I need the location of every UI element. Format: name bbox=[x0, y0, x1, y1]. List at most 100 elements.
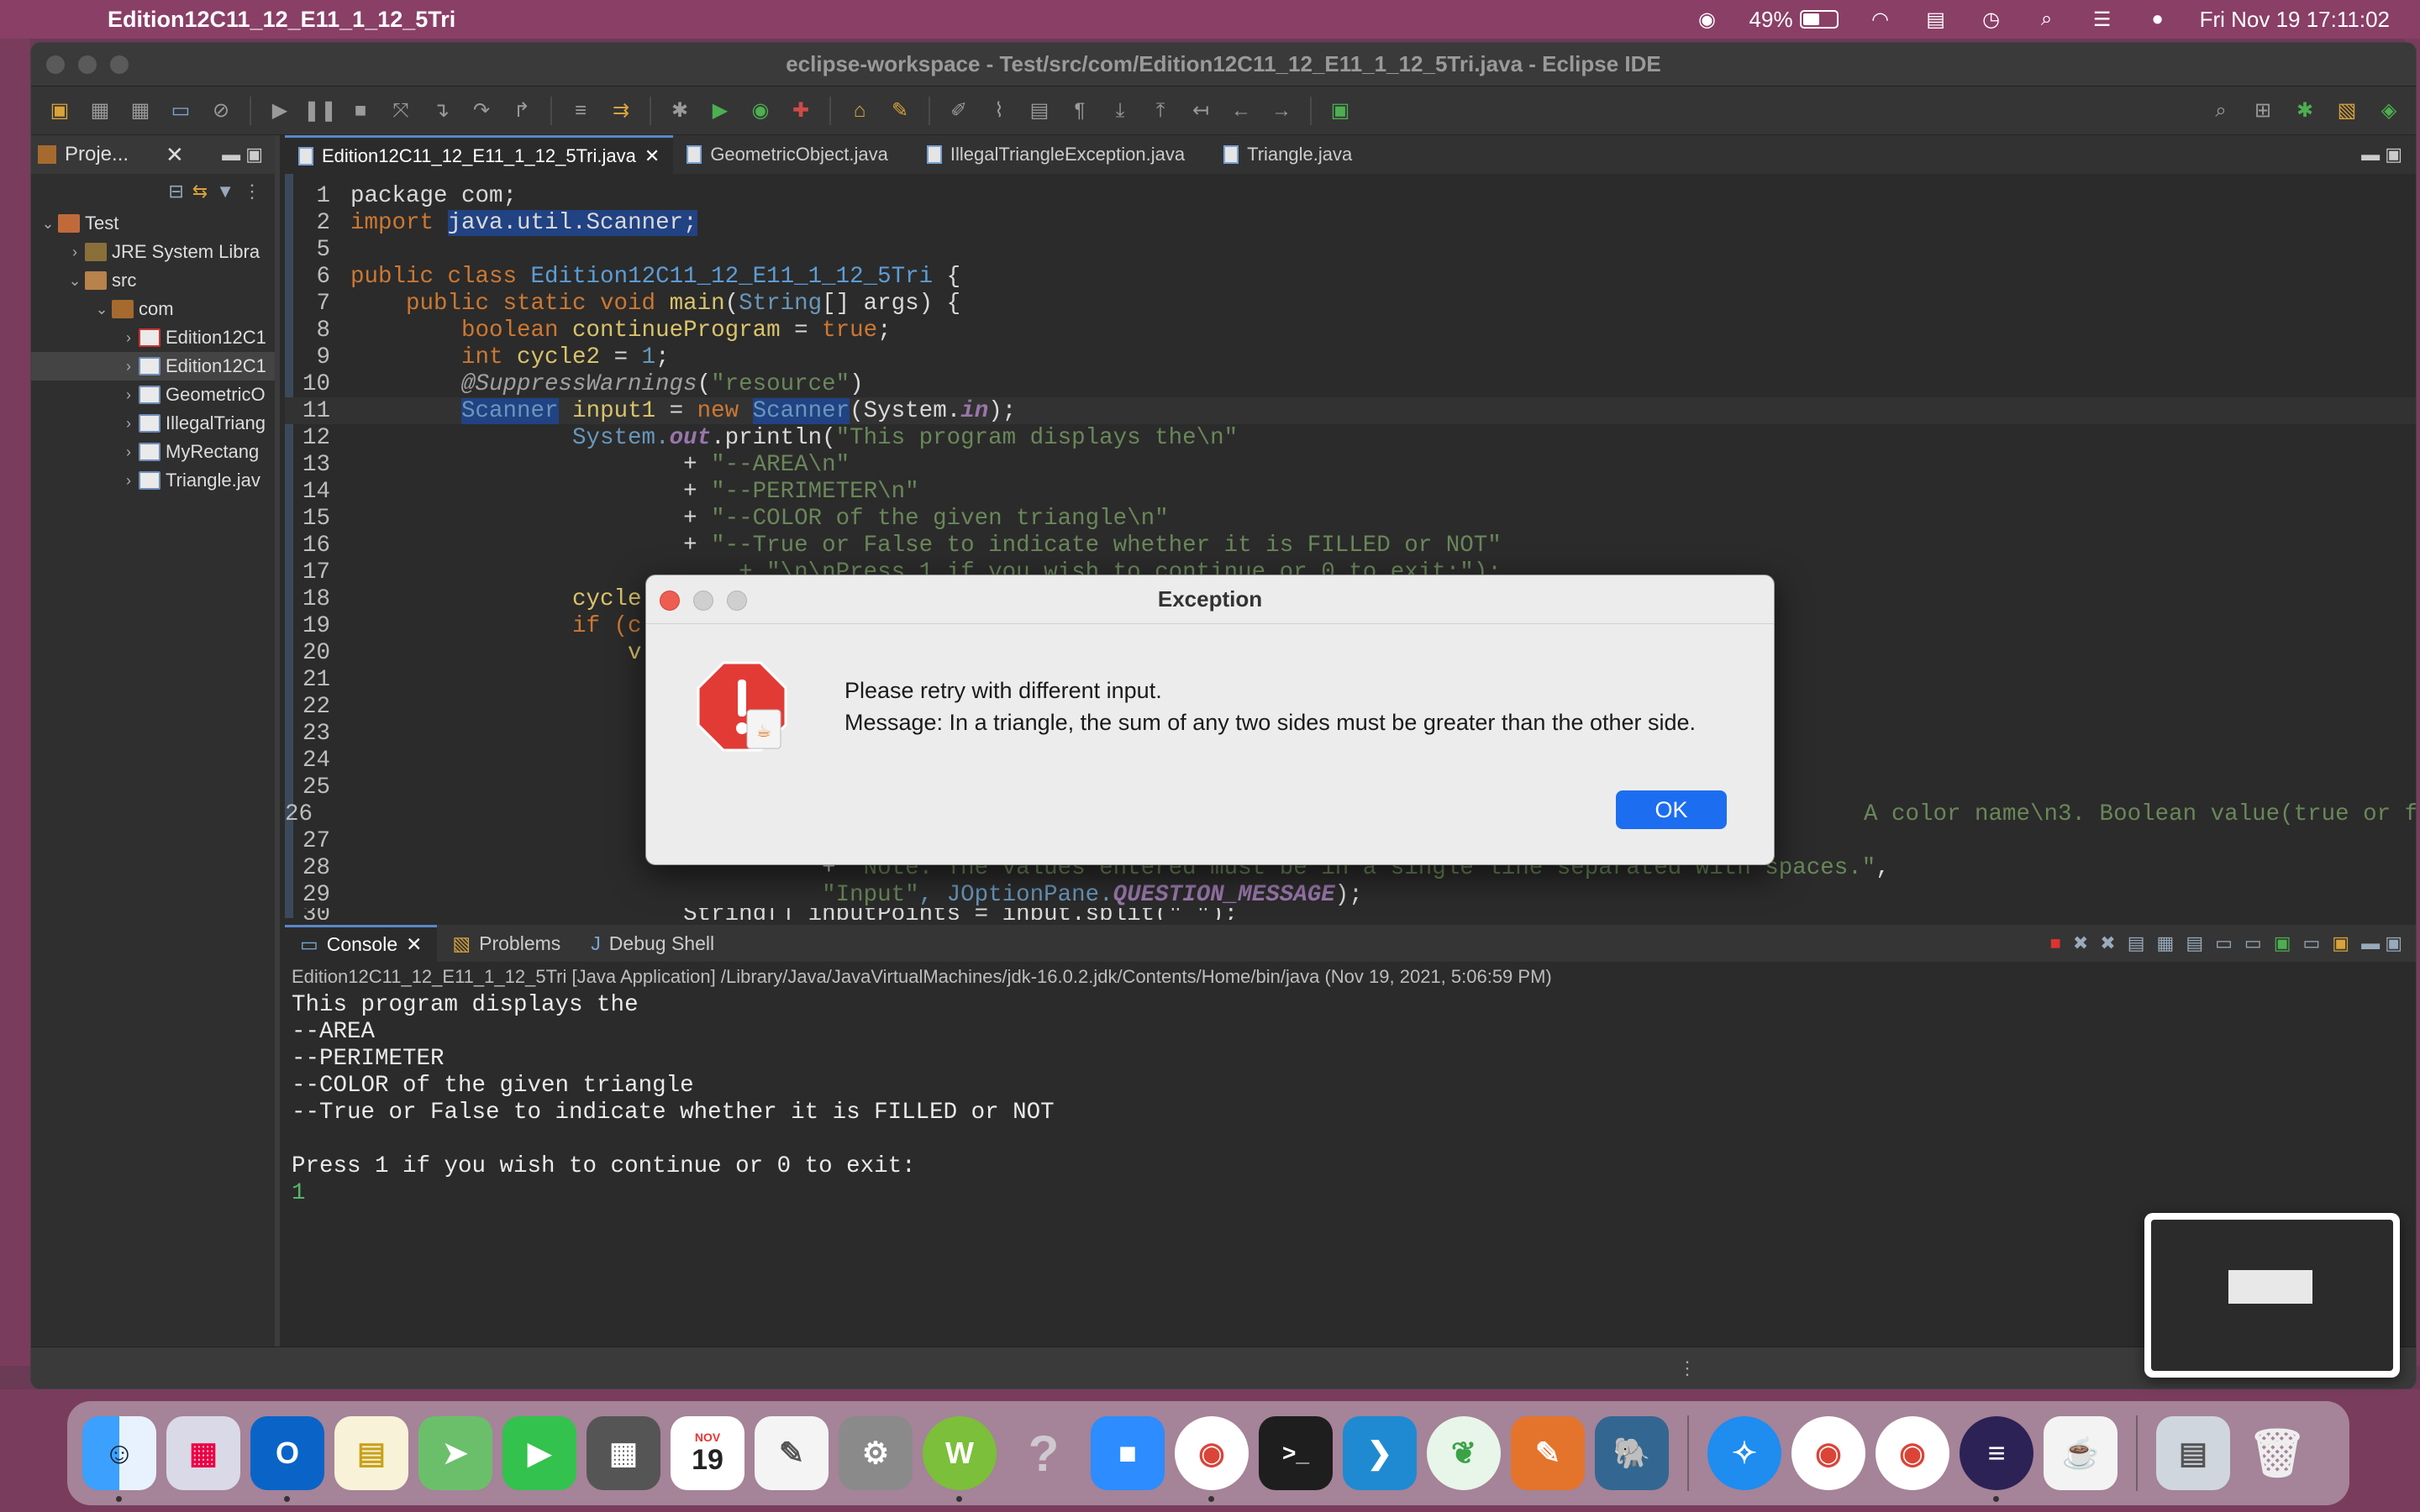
chrome-icon[interactable]: ◉ bbox=[1876, 1416, 1949, 1490]
minimize-maximize-icon[interactable]: ▬ ▣ bbox=[222, 144, 263, 165]
instruments-icon[interactable]: ✎ bbox=[1511, 1416, 1585, 1490]
facetime-icon[interactable]: ▶ bbox=[502, 1416, 576, 1490]
skip-breakpoints-icon[interactable]: ⊘ bbox=[204, 96, 238, 126]
chevron-down-icon[interactable]: ⌄ bbox=[92, 301, 112, 318]
textedit-icon[interactable]: ✎ bbox=[755, 1416, 829, 1490]
step-into-icon[interactable]: ↴ bbox=[424, 96, 458, 126]
chevron-down-icon[interactable]: ⌄ bbox=[65, 272, 85, 290]
coverage-icon[interactable]: ◉ bbox=[744, 96, 777, 126]
forward-icon[interactable]: → bbox=[1265, 96, 1298, 126]
search-icon[interactable]: ⌕ bbox=[2204, 96, 2238, 126]
maps-icon[interactable]: ➤ bbox=[418, 1416, 492, 1490]
chrome-icon[interactable]: ◉ bbox=[1791, 1416, 1865, 1490]
java-icon[interactable]: ☕ bbox=[2044, 1416, 2118, 1490]
zoom-icon[interactable]: ■ bbox=[1091, 1416, 1165, 1490]
debug-perspective-icon[interactable]: ✱ bbox=[2288, 96, 2322, 126]
show-on-stderr-icon[interactable]: ▭ bbox=[2244, 932, 2262, 954]
external-tools-icon[interactable]: ✚ bbox=[784, 96, 818, 126]
notes-icon[interactable]: ▤ bbox=[334, 1416, 408, 1490]
tab-console[interactable]: ▭ Console ✕ bbox=[285, 925, 438, 962]
active-app-name[interactable]: Edition12C11_12_E11_1_12_5Tri bbox=[108, 7, 455, 33]
show-on-stdout-icon[interactable]: ▭ bbox=[2215, 932, 2233, 954]
chevron-right-icon[interactable]: › bbox=[118, 415, 139, 433]
show-whitespace-icon[interactable]: ¶ bbox=[1063, 96, 1097, 126]
chevron-right-icon[interactable]: › bbox=[118, 472, 139, 490]
terminal-icon[interactable]: >_ bbox=[1259, 1416, 1333, 1490]
chevron-right-icon[interactable]: › bbox=[118, 358, 139, 375]
chevron-right-icon[interactable]: › bbox=[118, 329, 139, 347]
toggle-mark-occurrences-icon[interactable]: ✐ bbox=[942, 96, 976, 126]
chevron-right-icon[interactable]: › bbox=[118, 386, 139, 404]
view-menu-icon[interactable]: ⋮ bbox=[243, 181, 261, 202]
tree-item[interactable]: › JRE System Libra bbox=[31, 238, 275, 266]
user-avatar-icon[interactable]: ◉ bbox=[1694, 8, 1721, 31]
back-icon[interactable]: ← bbox=[1224, 96, 1258, 126]
siri-icon[interactable]: ● bbox=[2144, 8, 2171, 30]
save-all-icon[interactable]: ▦ bbox=[124, 96, 157, 126]
open-task-icon[interactable]: ✎ bbox=[883, 96, 917, 126]
remove-launch-icon[interactable]: ✖ bbox=[2073, 932, 2088, 954]
scroll-lock-icon[interactable]: ▦ bbox=[2157, 932, 2175, 954]
close-dialog-button[interactable] bbox=[660, 591, 680, 611]
clear-console-icon[interactable]: ▤ bbox=[2128, 932, 2145, 954]
step-over-icon[interactable]: ↷ bbox=[465, 96, 498, 126]
new-icon[interactable]: ▣ bbox=[43, 96, 76, 126]
use-step-filters-icon[interactable]: ⇉ bbox=[604, 96, 638, 126]
resume-icon[interactable]: ▶ bbox=[263, 96, 297, 126]
tab-project-explorer[interactable]: Proje... bbox=[65, 143, 129, 166]
next-annotation-icon[interactable]: ⤓ bbox=[1103, 96, 1137, 126]
close-tab-icon[interactable]: ✕ bbox=[644, 145, 660, 167]
pin-console-icon[interactable]: ▣ bbox=[2274, 932, 2291, 954]
close-tab-icon[interactable]: ✕ bbox=[406, 933, 422, 956]
last-edit-location-icon[interactable]: ↤ bbox=[1184, 96, 1218, 126]
trash-icon[interactable]: 🗑 bbox=[2240, 1416, 2314, 1490]
chevron-down-icon[interactable]: ⌄ bbox=[38, 215, 58, 233]
tree-item[interactable]: › GeometricO bbox=[31, 381, 275, 409]
ok-button[interactable]: OK bbox=[1616, 790, 1727, 829]
tab-problems[interactable]: ▧ Problems bbox=[437, 925, 576, 962]
terminate-icon[interactable]: ■ bbox=[2050, 932, 2061, 954]
console-output[interactable]: This program displays the --AREA --PERIM… bbox=[285, 992, 2416, 1207]
safari-icon[interactable]: ✧ bbox=[1707, 1416, 1781, 1490]
menubar-clock[interactable]: Fri Nov 19 17:11:02 bbox=[2200, 7, 2390, 33]
toggle-word-wrap-icon[interactable]: ⌇ bbox=[982, 96, 1016, 126]
spotlight-search-icon[interactable]: ⌕ bbox=[2033, 8, 2060, 30]
control-center-icon[interactable]: ☰ bbox=[2089, 8, 2116, 31]
console-view-icon[interactable]: ▭ bbox=[164, 96, 197, 126]
debug-icon[interactable]: ✱ bbox=[663, 96, 697, 126]
minimize-maximize-icon[interactable]: ▬ ▣ bbox=[2361, 144, 2402, 165]
close-icon[interactable]: ✕ bbox=[166, 142, 184, 168]
battery-status[interactable]: 49% bbox=[1749, 7, 1839, 33]
remove-all-terminated-icon[interactable]: ✖ bbox=[2100, 932, 2115, 954]
terminate-icon[interactable]: ■ bbox=[344, 96, 377, 126]
help-icon[interactable]: ? bbox=[1007, 1416, 1081, 1490]
filter-icon[interactable]: ▼ bbox=[216, 181, 234, 202]
save-icon[interactable]: ▦ bbox=[83, 96, 117, 126]
calculator-icon[interactable]: ▦ bbox=[587, 1416, 660, 1490]
outlook-icon[interactable]: O bbox=[250, 1416, 324, 1502]
postgresql-icon[interactable]: 🐘 bbox=[1595, 1416, 1669, 1490]
system-preferences-icon[interactable]: ⚙ bbox=[839, 1416, 913, 1490]
vscode-icon[interactable]: ❯ bbox=[1343, 1416, 1417, 1490]
tab-illegal-triangle-exception[interactable]: IllegalTriangleException.java bbox=[913, 135, 1198, 174]
chevron-right-icon[interactable]: › bbox=[65, 244, 85, 261]
pin-editor-icon[interactable]: ▣ bbox=[1323, 96, 1357, 126]
minimize-maximize-icon[interactable]: ▬ ▣ bbox=[2361, 932, 2402, 954]
tab-triangle[interactable]: Triangle.java bbox=[1210, 135, 1365, 174]
tree-item[interactable]: ⌄ Test bbox=[31, 209, 275, 238]
tree-item[interactable]: › Edition12C1 bbox=[31, 323, 275, 352]
disconnect-icon[interactable]: ⤧ bbox=[384, 96, 418, 126]
calendar-icon[interactable]: NOV 19 bbox=[671, 1416, 744, 1490]
launchpad-icon[interactable]: ▦ bbox=[166, 1416, 240, 1490]
tab-editor-main[interactable]: Edition12C11_12_E11_1_12_5Tri.java ✕ bbox=[285, 135, 674, 174]
preview-icon[interactable]: ▤ bbox=[2156, 1416, 2230, 1490]
tree-item[interactable]: ⌄ com bbox=[31, 295, 275, 323]
eclipse-icon[interactable]: ≡ bbox=[1960, 1416, 2033, 1502]
display-selected-console-icon[interactable]: ▭ bbox=[2303, 932, 2321, 954]
chrome-icon[interactable]: ◉ bbox=[1175, 1416, 1249, 1502]
tree-item[interactable]: › Edition12C1 bbox=[31, 352, 275, 381]
finder-icon[interactable]: ☺ bbox=[82, 1416, 156, 1502]
drop-to-frame-icon[interactable]: ≡ bbox=[564, 96, 597, 126]
time-machine-icon[interactable]: ◷ bbox=[1978, 8, 2005, 31]
tree-item[interactable]: ⌄ src bbox=[31, 266, 275, 295]
